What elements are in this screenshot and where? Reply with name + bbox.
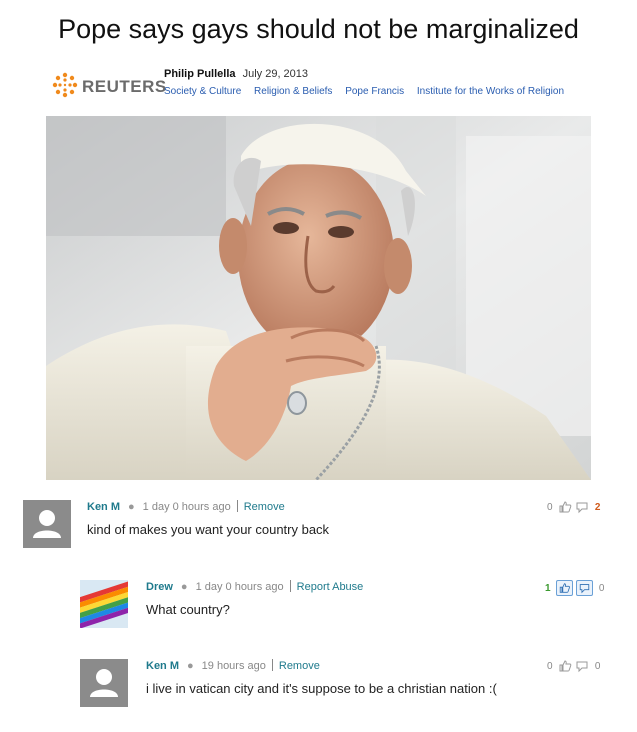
separator-dot: ● bbox=[128, 501, 135, 513]
tag-link[interactable]: Religion & Beliefs bbox=[254, 86, 332, 97]
comment-text: kind of makes you want your country back bbox=[87, 522, 330, 537]
comment-time: 1 day 0 hours ago bbox=[195, 581, 284, 593]
reuters-logo[interactable]: REUTERS bbox=[52, 72, 172, 100]
comment-time: 1 day 0 hours ago bbox=[142, 501, 231, 513]
avatar[interactable] bbox=[80, 659, 128, 707]
divider bbox=[236, 500, 238, 512]
thumbs-up-icon[interactable] bbox=[556, 580, 574, 596]
default-user-icon bbox=[80, 659, 128, 707]
comment-username[interactable]: Drew bbox=[146, 581, 173, 593]
rainbow-flag-image bbox=[80, 580, 128, 628]
tag-link[interactable]: Pope Francis bbox=[345, 86, 404, 97]
thumbs-up-icon[interactable] bbox=[558, 500, 572, 514]
author-name[interactable]: Philip Pullella bbox=[164, 68, 236, 80]
divider bbox=[289, 580, 291, 592]
thumbs-down-icon[interactable] bbox=[576, 580, 594, 596]
comment-reply: Ken M ● 19 hours ago Remove i live in vatic… bbox=[80, 659, 613, 719]
article-headline: Pope says gays should not be marginalize… bbox=[58, 14, 579, 44]
comment-username[interactable]: Ken M bbox=[87, 501, 120, 513]
upvote-count: 0 bbox=[547, 501, 553, 513]
upvote-count: 0 bbox=[547, 660, 553, 672]
downvote-count: 0 bbox=[598, 582, 605, 594]
reuters-wordmark: REUTERS bbox=[82, 77, 167, 96]
reuters-dots-icon bbox=[52, 72, 78, 98]
comment-text: What country? bbox=[146, 602, 230, 617]
comment-text: i live in vatican city and it's suppose … bbox=[146, 681, 497, 696]
vote-controls: 0 2 bbox=[544, 500, 603, 516]
comment-header: Ken M ● 1 day 0 hours ago Remove bbox=[87, 500, 285, 513]
thumbs-down-icon[interactable] bbox=[575, 500, 589, 514]
vote-controls: 0 0 bbox=[544, 659, 603, 675]
comment-header: Drew ● 1 day 0 hours ago Report Abuse bbox=[146, 580, 363, 593]
avatar[interactable] bbox=[80, 580, 128, 628]
separator-dot: ● bbox=[187, 660, 194, 672]
remove-link[interactable]: Remove bbox=[279, 660, 320, 672]
comment-header: Ken M ● 19 hours ago Remove bbox=[146, 659, 320, 672]
comment-username[interactable]: Ken M bbox=[146, 660, 179, 672]
avatar[interactable] bbox=[23, 500, 71, 548]
tag-link[interactable]: Institute for the Works of Religion bbox=[417, 86, 564, 97]
author-line: Philip Pullella July 29, 2013 bbox=[164, 68, 308, 80]
thumbs-down-icon[interactable] bbox=[575, 659, 589, 673]
article-byline: REUTERS Philip Pullella July 29, 2013 So… bbox=[52, 66, 612, 106]
remove-link[interactable]: Remove bbox=[244, 501, 285, 513]
publish-date: July 29, 2013 bbox=[242, 68, 309, 80]
vote-controls: 1 0 bbox=[542, 580, 607, 596]
comment-item: Ken M ● 1 day 0 hours ago Remove kind of ma… bbox=[23, 500, 613, 560]
downvote-count: 2 bbox=[594, 501, 601, 513]
report-abuse-link[interactable]: Report Abuse bbox=[297, 581, 364, 593]
upvote-count: 1 bbox=[545, 582, 551, 594]
pope-photo-illustration bbox=[46, 116, 591, 480]
article-photo[interactable] bbox=[46, 116, 591, 480]
divider bbox=[271, 659, 273, 671]
comment-time: 19 hours ago bbox=[201, 660, 266, 672]
separator-dot: ● bbox=[180, 581, 188, 593]
tag-link[interactable]: Society & Culture bbox=[164, 86, 241, 97]
default-user-icon bbox=[23, 500, 71, 548]
comment-reply: Drew ● 1 day 0 hours ago Report Abuse What … bbox=[80, 580, 613, 640]
tag-list: Society & Culture Religion & Beliefs Pop… bbox=[164, 86, 574, 97]
thumbs-up-icon[interactable] bbox=[558, 659, 572, 673]
downvote-count: 0 bbox=[594, 660, 601, 672]
